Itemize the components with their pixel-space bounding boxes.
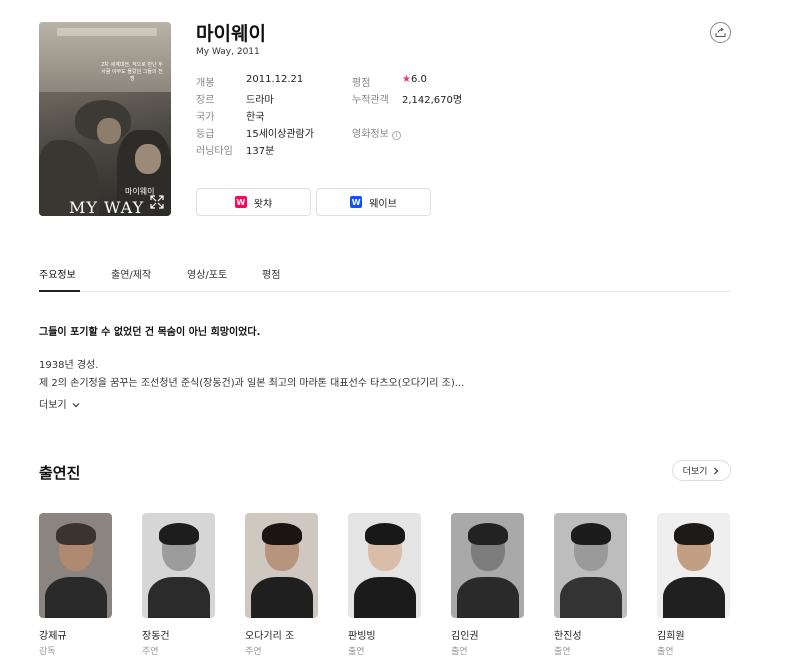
wavve-logo-icon: W [350,196,363,208]
chevron-down-icon [72,403,80,408]
info-label: 평점 [352,78,371,89]
cast-photo [348,513,421,618]
detail-tabs: 주요정보 출연/제작 영상/포토 평점 [39,262,731,292]
cast-role: 출연 [657,647,674,657]
cast-card[interactable]: 김인권 출연 [451,513,524,657]
cast-photo [657,513,730,618]
cast-photo [142,513,215,618]
share-icon [715,27,726,37]
star-icon: ★ [402,74,411,85]
info-label: 영화정보 [352,129,389,140]
info-label: 개봉 [196,78,215,89]
tab-reviews[interactable]: 평점 [262,266,280,281]
info-label: 러닝타임 [196,146,233,157]
cast-name: 판빙빙 [348,631,376,642]
cast-name: 한진성 [554,631,582,642]
cast-name: 강제규 [39,631,67,642]
tab-main-info[interactable]: 주요정보 [39,266,76,281]
info-help-icon[interactable]: i [391,131,401,140]
tab-cast-crew[interactable]: 출연/제작 [111,266,151,281]
synopsis-line: 1938년 경성. [39,360,99,371]
cast-role: 주연 [142,647,159,657]
cast-role: 출연 [451,647,468,657]
synopsis-tagline: 그들이 포기할 수 없었던 건 목숨이 아닌 희망이었다. [39,327,261,338]
info-label: 누적관객 [352,95,389,106]
info-label: 등급 [196,129,215,140]
watcha-logo-icon: W [234,196,247,208]
score-value: 6.0 [410,74,427,85]
synopsis-more-button[interactable]: 더보기 [39,396,80,411]
cast-section-title: 출연진 [39,464,81,482]
info-value: 137분 [246,146,275,157]
cast-card[interactable]: 장동건 주연 [142,513,215,657]
expand-icon[interactable] [150,195,164,209]
poster-logo: MY WAY [69,198,145,216]
ott-label: 웨이브 [369,198,397,210]
poster-tagline: 2차 세계대전, 적으로 만난 두 사람 아무도 몰랐던 그들의 전쟁 [101,62,163,82]
info-value: 한국 [246,112,265,123]
cast-card[interactable]: 한진성 출연 [554,513,627,657]
movie-subtitle: My Way, 2011 [196,47,260,57]
cast-photo [451,513,524,618]
cast-card[interactable]: 강제규 감독 [39,513,112,657]
chevron-right-icon [714,467,719,474]
more-label: 더보기 [39,400,67,411]
movie-title: 마이웨이 [196,23,266,45]
cast-role: 감독 [39,647,56,657]
share-button[interactable] [710,22,731,43]
ott-button-watcha[interactable]: W 왓챠 [196,188,311,216]
cast-card[interactable]: 판빙빙 출연 [348,513,421,657]
cast-photo [245,513,318,618]
info-value: 2,142,670명 [402,95,463,106]
cast-role: 출연 [554,647,571,657]
cast-more-button[interactable]: 더보기 [672,460,731,481]
cast-photo [554,513,627,618]
cast-card[interactable]: 김희원 출연 [657,513,730,657]
cast-role: 출연 [348,647,365,657]
info-value: 드라마 [246,95,274,106]
movie-poster[interactable]: 2차 세계대전, 적으로 만난 두 사람 아무도 몰랐던 그들의 전쟁 마이웨이… [39,22,171,216]
ott-button-wavve[interactable]: W 웨이브 [316,188,431,216]
info-value: 2011.12.21 [246,74,304,85]
cast-card[interactable]: 오다기리 조 주연 [245,513,318,657]
active-tab-indicator [39,290,80,292]
cast-name: 김인권 [451,631,479,642]
ott-label: 왓챠 [253,198,273,210]
info-label: 장르 [196,95,215,106]
cast-name: 오다기리 조 [245,631,295,642]
synopsis-line: 제 2의 손기정을 꿈꾸는 조선청년 준식(장동건)과 일본 최고의 마라톤 대… [39,378,465,389]
cast-name: 장동건 [142,631,170,642]
info-label: 국가 [196,112,215,123]
cast-photo [39,513,112,618]
info-value: 15세이상관람가 [246,129,314,140]
tab-video-photo[interactable]: 영상/포토 [187,266,227,281]
cast-role: 주연 [245,647,262,657]
more-label: 더보기 [682,467,708,477]
cast-name: 김희원 [657,631,685,642]
